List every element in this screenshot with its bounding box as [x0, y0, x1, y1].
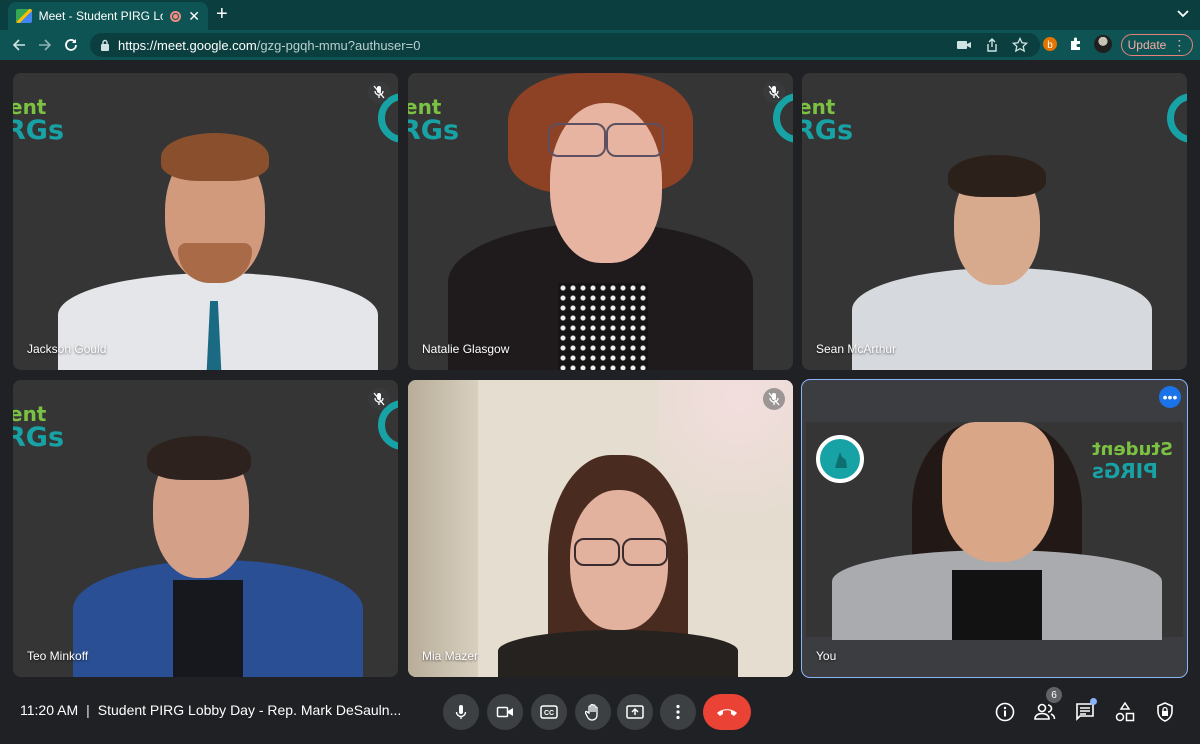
mirrored-brand: Student PIRGs [1092, 439, 1173, 483]
share-icon[interactable] [984, 37, 1000, 53]
tab-strip: Meet - Student PIRG Lobby ✕ + [0, 0, 1200, 30]
leave-call-button[interactable] [703, 694, 751, 730]
meeting-details: 11:20 AM | Student PIRG Lobby Day - Rep. M… [20, 702, 401, 718]
participant-name: Teo Minkoff [27, 649, 89, 663]
patterned-top [558, 283, 648, 370]
bookmark-star-icon[interactable] [1012, 37, 1028, 53]
svg-text:CC: CC [544, 710, 554, 717]
host-controls-button[interactable] [1153, 700, 1177, 724]
mic-icon [455, 705, 467, 719]
captions-icon: CC [540, 705, 558, 719]
meet-favicon-icon [16, 9, 32, 23]
raise-hand-icon [585, 703, 598, 721]
person-hair [161, 133, 269, 181]
unread-indicator [1090, 698, 1097, 705]
person-body [498, 630, 738, 677]
browser-toolbar: https://meet.google.com/gzg-pgqh-mmu?aut… [0, 30, 1200, 60]
self-view-tile[interactable]: Student PIRGs ••• You [801, 379, 1188, 678]
meeting-info-button[interactable] [993, 700, 1017, 724]
participant-count-badge: 6 [1046, 687, 1062, 703]
tab-title: Meet - Student PIRG Lobby [38, 9, 164, 23]
close-tab-icon[interactable]: ✕ [188, 9, 200, 23]
eyeglasses [574, 538, 620, 566]
activities-icon [1115, 702, 1135, 722]
more-options-button[interactable]: ••• [1159, 386, 1181, 408]
people-icon [1034, 703, 1056, 720]
svg-text:b: b [1047, 40, 1053, 51]
wolf-icon [835, 452, 847, 468]
participant-name: Sean McArthur [816, 342, 897, 356]
captions-button[interactable]: CC [531, 694, 567, 730]
url-text: https://meet.google.com/gzg-pgqh-mmu?aut… [118, 37, 421, 53]
update-button[interactable]: Update [1121, 34, 1193, 56]
more-horizontal-icon: ••• [1162, 389, 1178, 405]
mic-off-icon [768, 392, 780, 406]
participant-name: Jackson Gould [27, 342, 107, 356]
profile-avatar[interactable] [1094, 35, 1112, 53]
camera-button[interactable] [487, 694, 523, 730]
muted-indicator [763, 81, 785, 103]
host-controls-icon [1157, 702, 1173, 722]
present-screen-button[interactable] [617, 694, 653, 730]
mic-off-icon [768, 85, 780, 99]
chevron-down-icon[interactable] [1176, 6, 1190, 20]
student-pirgs-logo: ent RGs [408, 95, 460, 146]
student-pirgs-logo: ent RGs [802, 95, 854, 146]
info-icon [995, 702, 1015, 722]
meeting-title: Student PIRG Lobby Day - Rep. Mark DeSau… [97, 702, 402, 718]
mic-off-icon [373, 392, 385, 406]
person-head [942, 422, 1054, 562]
back-button[interactable] [6, 32, 32, 58]
raise-hand-button[interactable] [575, 694, 611, 730]
eyeglasses [622, 538, 668, 566]
participant-name: Mia Mazer [422, 649, 479, 663]
t-shirt [173, 580, 243, 677]
muted-indicator [368, 388, 390, 410]
separator: | [86, 702, 90, 718]
participant-tile[interactable]: ent RGs Teo Minkoff [13, 380, 398, 677]
door-frame [408, 380, 478, 677]
participant-tile[interactable]: ent RGs Jackson Gould [13, 73, 398, 370]
end-call-icon [717, 709, 737, 716]
arrow-right-icon [39, 39, 52, 51]
lock-icon [101, 39, 109, 51]
chat-icon [1076, 703, 1094, 721]
present-icon [626, 705, 644, 719]
person-hair [147, 436, 251, 480]
address-bar[interactable]: https://meet.google.com/gzg-pgqh-mmu?aut… [90, 33, 1040, 57]
browser-tab[interactable]: Meet - Student PIRG Lobby ✕ [8, 2, 208, 30]
puzzle-icon[interactable] [1068, 36, 1084, 52]
participant-tile[interactable]: ent RGs Natalie Glasgow [408, 73, 793, 370]
activities-button[interactable] [1113, 700, 1137, 724]
arrow-left-icon [12, 39, 25, 51]
wolf-logo [816, 435, 864, 483]
student-pirgs-logo: ent RGs [13, 95, 65, 146]
participant-name: Natalie Glasgow [422, 342, 510, 356]
participant-tile[interactable]: Mia Mazer [408, 380, 793, 677]
meeting-controls-bar: 11:20 AM | Student PIRG Lobby Day - Rep. M… [0, 680, 1200, 744]
new-tab-button[interactable]: + [216, 4, 228, 24]
more-options-icon [676, 704, 680, 720]
participant-tile[interactable]: ent RGs Sean McArthur [802, 73, 1187, 370]
student-pirgs-logo: ent RGs [13, 402, 65, 453]
camera-icon [496, 706, 513, 718]
muted-indicator [368, 81, 390, 103]
muted-indicator [763, 388, 785, 410]
eyeglasses [606, 123, 664, 157]
people-button[interactable] [1033, 700, 1057, 724]
recording-icon [170, 10, 182, 22]
more-options-button[interactable] [660, 694, 696, 730]
camera-in-use-icon[interactable] [956, 37, 972, 53]
eyeglasses [548, 123, 606, 157]
t-shirt [952, 570, 1042, 640]
reload-icon [65, 39, 77, 51]
reload-button[interactable] [58, 32, 84, 58]
extension-icon[interactable]: b [1042, 36, 1058, 52]
person-hair [948, 155, 1046, 197]
microphone-button[interactable] [443, 694, 479, 730]
participant-name: You [816, 649, 837, 663]
mic-off-icon [373, 85, 385, 99]
meeting-time: 11:20 AM [20, 702, 79, 718]
forward-button[interactable] [32, 32, 58, 58]
